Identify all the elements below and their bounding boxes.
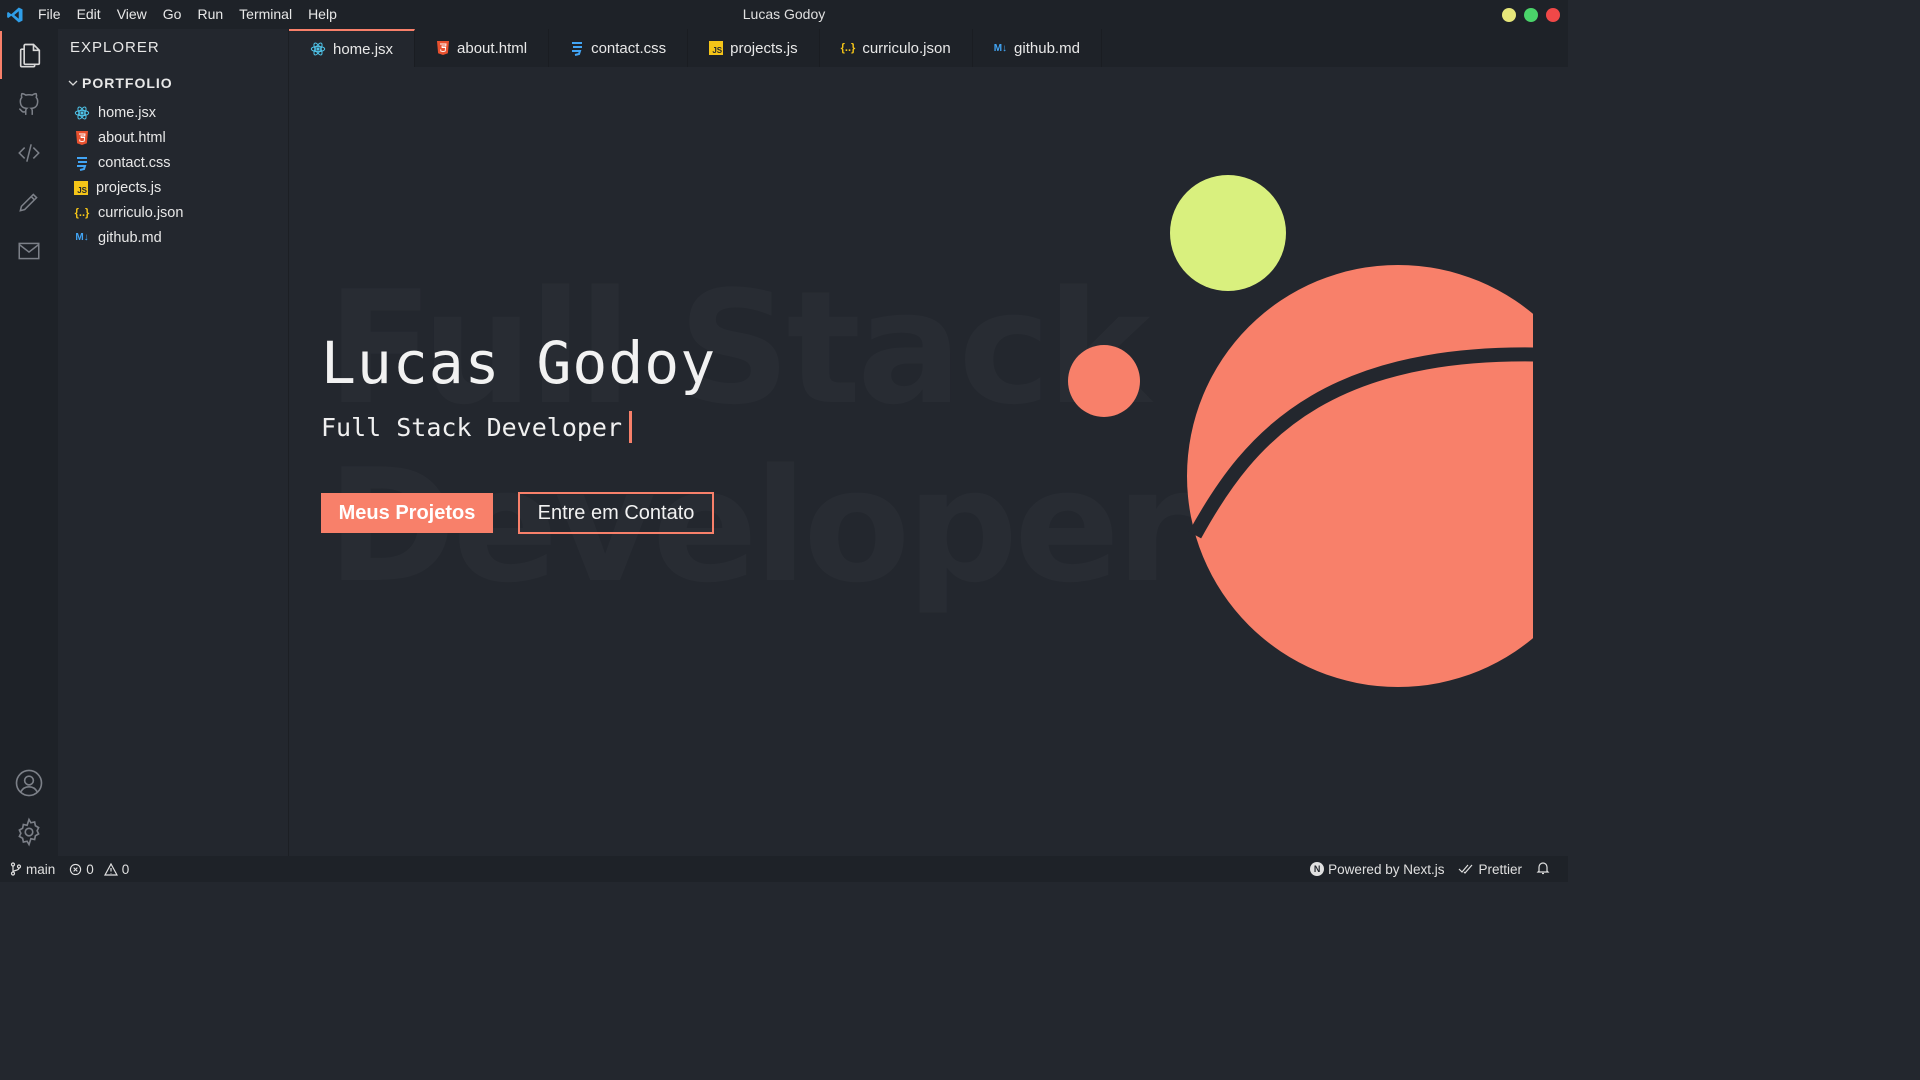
js-icon: JS: [74, 180, 88, 195]
activity-settings[interactable]: [0, 808, 58, 856]
nextjs-indicator[interactable]: N Powered by Next.js: [1310, 862, 1444, 877]
menu-help[interactable]: Help: [300, 0, 345, 29]
hero-role: Full Stack Developer: [321, 411, 633, 443]
json-icon: {..}: [840, 42, 856, 54]
status-bar: main 0 0 N Powered by Next.js Prettier: [0, 856, 1568, 882]
markdown-icon: M↓: [993, 42, 1008, 54]
prettier-label: Prettier: [1478, 861, 1522, 877]
error-icon: [70, 863, 82, 875]
file-item-about-html[interactable]: about.html: [74, 125, 183, 150]
double-check-icon: [1459, 864, 1473, 874]
menu-go[interactable]: Go: [155, 0, 190, 29]
activity-code[interactable]: [0, 129, 58, 177]
menu-run[interactable]: Run: [189, 0, 231, 29]
decorative-shapes: [1068, 175, 1533, 687]
tab-label: github.md: [1014, 39, 1080, 57]
error-count: 0: [86, 861, 94, 877]
editor-area: Full Stack Developer Lucas Godoy Full St…: [289, 67, 1568, 856]
settings-icon: [18, 817, 40, 847]
maximize-button[interactable]: [1524, 8, 1538, 22]
problems-indicator[interactable]: 0 0: [69, 862, 129, 877]
warning-icon: [103, 862, 118, 876]
activity-bar: [0, 29, 58, 856]
tab-label: curriculo.json: [862, 39, 951, 57]
files-icon: [19, 43, 41, 68]
html-icon: [437, 41, 450, 55]
close-button[interactable]: [1546, 8, 1560, 22]
tab-label: projects.js: [730, 39, 798, 57]
tab-curriculo-json[interactable]: {..} curriculo.json: [820, 29, 973, 67]
powered-by-text: Powered by Next.js: [1328, 861, 1445, 877]
react-icon: [310, 42, 326, 56]
tab-about-html[interactable]: about.html: [415, 29, 550, 67]
folder-label: PORTFOLIO: [82, 75, 173, 91]
window-controls: [1502, 8, 1560, 22]
file-item-github-md[interactable]: M↓ github.md: [74, 225, 183, 250]
mail-icon: [18, 242, 40, 260]
tab-home-jsx[interactable]: home.jsx: [289, 29, 416, 67]
title-bar: File Edit View Go Run Terminal Help Luca…: [0, 0, 1568, 29]
file-item-curriculo-json[interactable]: {..} curriculo.json: [74, 200, 184, 225]
file-item-contact-css[interactable]: contact.css: [74, 150, 183, 175]
activity-edit[interactable]: [0, 178, 58, 226]
explorer-title: EXPLORER: [70, 39, 160, 56]
tab-label: home.jsx: [333, 40, 394, 58]
folder-portfolio[interactable]: PORTFOLIO: [68, 75, 173, 91]
typing-cursor: [629, 411, 633, 443]
css-icon: [572, 42, 583, 56]
activity-github[interactable]: [0, 80, 58, 128]
warning-count: 0: [121, 861, 130, 877]
git-branch-icon: [10, 862, 22, 876]
prettier-indicator[interactable]: Prettier: [1458, 862, 1522, 877]
menu-bar: File Edit View Go Run Terminal Help: [30, 0, 345, 29]
projects-button[interactable]: Meus Projetos: [321, 493, 493, 533]
notification-bell-icon[interactable]: [1536, 861, 1550, 878]
minimize-button[interactable]: [1502, 8, 1516, 22]
menu-edit[interactable]: Edit: [69, 0, 109, 29]
file-label: curriculo.json: [98, 204, 184, 221]
pencil-icon: [19, 193, 38, 212]
js-icon: JS: [709, 41, 724, 55]
tab-label: contact.css: [591, 39, 667, 57]
menu-file[interactable]: File: [30, 0, 69, 29]
file-item-projects-js[interactable]: JS projects.js: [74, 175, 183, 200]
contact-button[interactable]: Entre em Contato: [518, 492, 714, 534]
markdown-icon: M↓: [75, 232, 89, 243]
activity-mail[interactable]: [0, 227, 58, 275]
file-label: projects.js: [96, 179, 162, 196]
hero-role-text: Full Stack Developer: [321, 412, 623, 442]
code-icon: [18, 144, 40, 162]
nextjs-icon: N: [1310, 862, 1325, 876]
tab-label: about.html: [457, 39, 528, 57]
css-icon: [74, 155, 90, 171]
html-icon: [74, 130, 90, 146]
explorer-sidebar: EXPLORER PORTFOLIO home.jsx about.html c…: [58, 29, 289, 856]
react-icon: [74, 105, 90, 121]
hero-name: Lucas Godoy: [321, 329, 717, 397]
menu-view[interactable]: View: [109, 0, 155, 29]
chevron-down-icon: [68, 80, 78, 86]
activity-account[interactable]: [0, 759, 58, 807]
small-coral-circle: [1068, 345, 1140, 417]
file-label: about.html: [98, 129, 166, 146]
branch-name: main: [26, 861, 56, 877]
tab-contact-css[interactable]: contact.css: [549, 29, 689, 67]
editor-tabs: home.jsx about.html contact.css JS proje…: [289, 29, 1568, 67]
menu-terminal[interactable]: Terminal: [231, 0, 300, 29]
github-icon: [18, 92, 39, 115]
tab-projects-js[interactable]: JS projects.js: [688, 29, 820, 67]
large-coral-circle: [1187, 265, 1533, 687]
lime-circle: [1170, 175, 1286, 291]
file-list: home.jsx about.html contact.css JS proje…: [74, 100, 183, 250]
activity-explorer[interactable]: [0, 31, 58, 79]
branch-indicator[interactable]: main: [10, 862, 55, 877]
file-item-home-jsx[interactable]: home.jsx: [74, 100, 183, 125]
account-icon: [15, 769, 43, 797]
file-label: home.jsx: [98, 104, 157, 121]
json-icon: {..}: [74, 206, 90, 219]
file-label: contact.css: [98, 154, 171, 171]
vscode-logo-icon: [0, 0, 30, 29]
file-label: github.md: [98, 229, 162, 246]
tab-github-md[interactable]: M↓ github.md: [973, 29, 1102, 67]
